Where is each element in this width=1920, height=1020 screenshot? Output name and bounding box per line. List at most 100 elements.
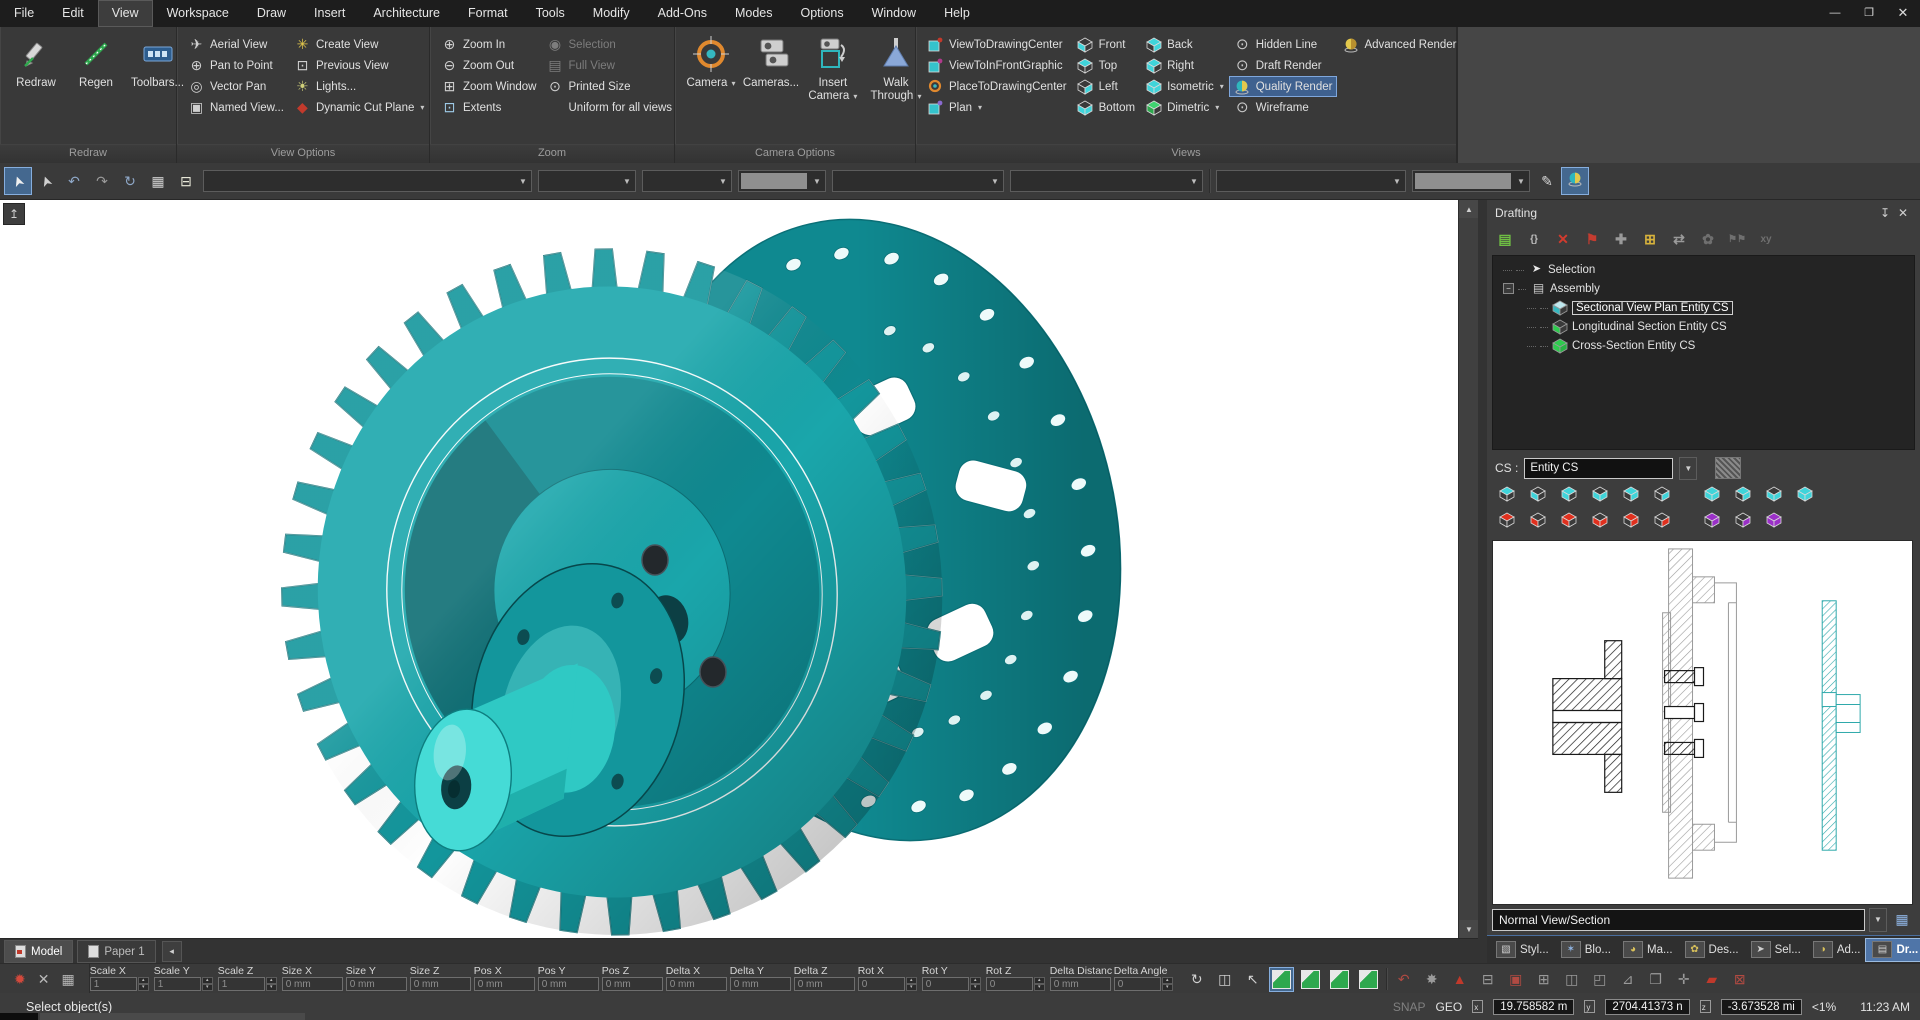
chevron-down-icon[interactable]: ▼ bbox=[1186, 171, 1202, 191]
spin-up-icon[interactable]: ▴ bbox=[266, 977, 277, 984]
chevron-down-icon[interactable]: ▼ bbox=[619, 171, 635, 191]
ribbon-advanced-render[interactable]: Advanced Render bbox=[1337, 34, 1461, 55]
field-value[interactable]: 0 bbox=[858, 977, 905, 991]
view-settings-icon[interactable]: ▦ bbox=[1891, 909, 1913, 931]
render-tile-2-button[interactable] bbox=[1299, 968, 1322, 991]
spin-up-icon[interactable]: ▴ bbox=[906, 977, 917, 984]
field-value[interactable]: 0 mm bbox=[1050, 977, 1111, 991]
tab-scroll-left-icon[interactable]: ◂ bbox=[162, 941, 182, 962]
menu-file[interactable]: File bbox=[0, 0, 48, 27]
toolbar-combo-6[interactable]: ▼ bbox=[1010, 170, 1203, 192]
field-value[interactable]: 0 mm bbox=[538, 977, 599, 991]
render-tile-1-button[interactable] bbox=[1270, 968, 1293, 991]
ribbon-camera[interactable]: Camera ▾ bbox=[681, 32, 741, 119]
ribbon-isometric[interactable]: Isometric▾ bbox=[1140, 76, 1229, 97]
menu-tools[interactable]: Tools bbox=[522, 0, 579, 27]
panel-tab-styl[interactable]: ▧ Styl... bbox=[1490, 939, 1555, 961]
ribbon-plan[interactable]: Plan▾ bbox=[922, 97, 1072, 118]
menu-add-ons[interactable]: Add-Ons bbox=[644, 0, 721, 27]
ribbon-selection[interactable]: ◉Selection bbox=[542, 34, 678, 55]
section-preview[interactable] bbox=[1492, 540, 1913, 905]
view-cube-cyan-1[interactable] bbox=[1495, 484, 1519, 504]
menu-insert[interactable]: Insert bbox=[300, 0, 359, 27]
section-cube-red-3[interactable] bbox=[1557, 510, 1581, 530]
view-cube-cyan-5[interactable] bbox=[1619, 484, 1643, 504]
field-value[interactable]: 0 bbox=[1114, 977, 1161, 991]
field-value[interactable]: 0 mm bbox=[282, 977, 343, 991]
ribbon-uniform-for-all-views[interactable]: Uniform for all views bbox=[542, 97, 678, 118]
geo-toggle[interactable]: GEO bbox=[1436, 1000, 1463, 1014]
chevron-down-icon[interactable]: ▼ bbox=[515, 171, 531, 191]
cs-select[interactable]: Entity CS bbox=[1524, 458, 1673, 479]
spark-icon[interactable]: ✸ bbox=[1421, 968, 1443, 990]
render-tile-4-button[interactable] bbox=[1357, 968, 1380, 991]
render-mode-button[interactable] bbox=[1562, 168, 1588, 194]
ribbon-printed-size[interactable]: ⊙Printed Size bbox=[542, 76, 678, 97]
ribbon-back[interactable]: Back bbox=[1140, 34, 1229, 55]
ribbon-viewtoinfrontgraphic[interactable]: ViewToInFrontGraphic bbox=[922, 55, 1072, 76]
field-value[interactable]: 0 mm bbox=[602, 977, 663, 991]
ribbon-quality-render[interactable]: Quality Render bbox=[1229, 76, 1338, 97]
chevron-down-icon[interactable]: ▼ bbox=[809, 171, 825, 191]
ribbon-cameras[interactable]: Cameras... bbox=[741, 32, 801, 119]
toolbar-combo-5[interactable]: ▼ bbox=[832, 170, 1004, 192]
view-cube-cyan-9[interactable] bbox=[1762, 484, 1786, 504]
panel-tab-des[interactable]: ✿ Des... bbox=[1679, 939, 1745, 961]
spinner[interactable]: ▴▾ bbox=[202, 977, 213, 991]
error-triangle-icon[interactable]: ▲ bbox=[1449, 968, 1471, 990]
tree-item-longitudinal-section-entity-cs[interactable]: Longitudinal Section Entity CS bbox=[1493, 317, 1914, 336]
menu-draw[interactable]: Draw bbox=[243, 0, 300, 27]
menu-format[interactable]: Format bbox=[454, 0, 522, 27]
ribbon-right[interactable]: Right bbox=[1140, 55, 1229, 76]
view-cube-cyan-10[interactable] bbox=[1793, 484, 1817, 504]
field-value[interactable]: 0 mm bbox=[794, 977, 855, 991]
references-button[interactable]: {} bbox=[1524, 229, 1544, 249]
axes-xy-button[interactable]: xy bbox=[1756, 229, 1776, 249]
triangle-tool-icon[interactable]: ⊿ bbox=[1617, 968, 1639, 990]
ribbon-top[interactable]: Top bbox=[1072, 55, 1140, 76]
loop-select-button[interactable]: ↻ bbox=[117, 168, 143, 194]
close-icon[interactable]: ✕ bbox=[1894, 206, 1912, 220]
spin-down-icon[interactable]: ▾ bbox=[1034, 984, 1045, 991]
delete-view-button[interactable]: ✕ bbox=[1553, 229, 1573, 249]
spinner[interactable]: ▴▾ bbox=[266, 977, 277, 991]
ribbon-regen[interactable]: Regen bbox=[66, 32, 126, 119]
field-value[interactable]: 1 bbox=[154, 977, 201, 991]
ribbon-redraw[interactable]: Redraw bbox=[6, 32, 66, 119]
spin-down-icon[interactable]: ▾ bbox=[266, 984, 277, 991]
coord-x[interactable]: 19.758582 m bbox=[1493, 999, 1574, 1015]
panel-tab-ma[interactable]: ◕ Ma... bbox=[1617, 939, 1679, 961]
tree-item-assembly[interactable]: − ▤Assembly bbox=[1493, 279, 1914, 298]
panel-tab-ad[interactable]: ◑ Ad... bbox=[1807, 939, 1867, 961]
toolbar-combo-3[interactable]: ▼ bbox=[642, 170, 732, 192]
spin-up-icon[interactable]: ▴ bbox=[202, 977, 213, 984]
spin-down-icon[interactable]: ▾ bbox=[138, 984, 149, 991]
grid-plus-icon[interactable]: ⊞ bbox=[1533, 968, 1555, 990]
view-cube-cyan-6[interactable] bbox=[1650, 484, 1674, 504]
tree-item-sectional-view-plan-entity-cs[interactable]: Sectional View Plan Entity CS bbox=[1493, 298, 1914, 317]
view-cube-cyan-2[interactable] bbox=[1526, 484, 1550, 504]
new-view-button[interactable]: ▤ bbox=[1495, 229, 1515, 249]
spin-up-icon[interactable]: ▴ bbox=[1034, 977, 1045, 984]
field-value[interactable]: 1 bbox=[90, 977, 137, 991]
panel-tab-blo[interactable]: ✶ Blo... bbox=[1555, 939, 1617, 961]
command-prompt[interactable]: Select object(s) bbox=[26, 1000, 112, 1014]
menu-window[interactable]: Window bbox=[858, 0, 930, 27]
spin-down-icon[interactable]: ▾ bbox=[970, 984, 981, 991]
view-mode-select[interactable]: Normal View/Section bbox=[1492, 909, 1865, 931]
ribbon-draft-render[interactable]: ⊙Draft Render bbox=[1229, 55, 1338, 76]
spinner[interactable]: ▴▾ bbox=[970, 977, 981, 991]
ribbon-named-view[interactable]: ▣Named View... bbox=[183, 97, 289, 118]
ribbon-front[interactable]: Front bbox=[1072, 34, 1140, 55]
field-value[interactable]: 0 mm bbox=[730, 977, 791, 991]
undo-mark-icon[interactable]: ↶ bbox=[1393, 968, 1415, 990]
ribbon-left[interactable]: Left bbox=[1072, 76, 1140, 97]
toolbar-combo-2[interactable]: ▼ bbox=[538, 170, 636, 192]
redo-button[interactable]: ↷ bbox=[89, 168, 115, 194]
grid-table-icon[interactable]: ▦ bbox=[61, 971, 74, 988]
ribbon-hidden-line[interactable]: ⊙Hidden Line bbox=[1229, 34, 1338, 55]
spinner[interactable]: ▴▾ bbox=[906, 977, 917, 991]
chevron-down-icon[interactable]: ▼ bbox=[1869, 908, 1887, 932]
ribbon-vector-pan[interactable]: ◎Vector Pan bbox=[183, 76, 289, 97]
panel-tab-dr[interactable]: ▤ Dr... bbox=[1866, 939, 1920, 961]
